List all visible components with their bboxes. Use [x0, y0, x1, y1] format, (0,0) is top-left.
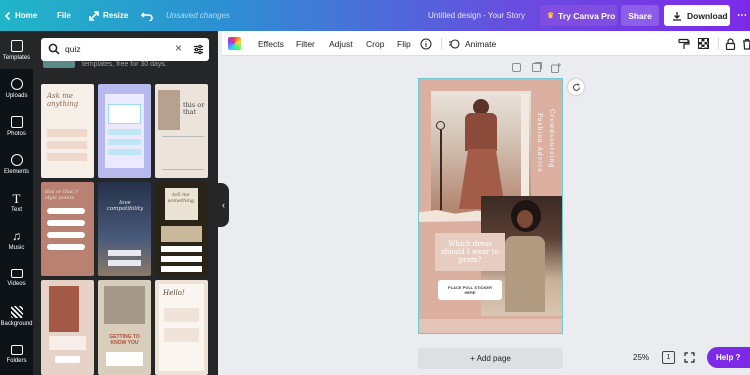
download-button[interactable]: Download [664, 5, 730, 26]
music-note-icon: ♫ [12, 228, 21, 243]
cloud-upload-icon [10, 77, 23, 90]
page-notes-icon[interactable] [512, 63, 521, 72]
info-button[interactable] [420, 31, 432, 56]
top-bar: Home File Resize Unsaved changes Untitle… [0, 0, 750, 31]
template-card[interactable] [41, 280, 94, 375]
collapse-panel-button[interactable]: ‹ [218, 183, 229, 227]
search-box[interactable]: quiz × [41, 38, 209, 61]
rail-item-folders[interactable]: Folders [0, 335, 33, 373]
search-input[interactable]: quiz [65, 44, 81, 54]
back-chevron-icon [4, 11, 11, 20]
try-canva-pro-button[interactable]: ♛ Try Canva Pro [540, 5, 617, 26]
add-page-button[interactable]: + Add page [418, 348, 563, 369]
photo-icon [10, 115, 23, 128]
template-card[interactable]: Ask me anything [41, 84, 94, 178]
template-card[interactable]: love compatibility [98, 182, 151, 276]
crop-button[interactable]: Crop [366, 31, 384, 56]
paint-roller-icon [678, 38, 690, 49]
promo-text: templates, free for 30 days. [82, 61, 167, 68]
design-title[interactable]: Untitled design - Your Story [428, 0, 525, 31]
animate-button[interactable]: Animate [448, 31, 496, 56]
templates-panel: templates, free for 30 days. quiz × Ask … [33, 31, 218, 375]
adjust-button[interactable]: Adjust [329, 31, 353, 56]
template-card[interactable]: this or that // style points [41, 182, 94, 276]
folder-icon [10, 344, 23, 355]
search-icon [48, 43, 60, 55]
video-icon [10, 269, 23, 278]
design-page[interactable]: Crowdsourcing Fashion Advice Which dress… [418, 78, 563, 334]
share-button[interactable]: Share [621, 5, 659, 26]
rail-item-videos[interactable]: Videos [0, 259, 33, 297]
trash-icon [743, 38, 750, 50]
more-options-button[interactable]: ⋯ [737, 0, 747, 31]
rail-item-templates[interactable]: Templates [0, 31, 33, 69]
home-button[interactable]: Home [3, 0, 37, 31]
question-text[interactable]: Which dress should I wear to prom? [435, 233, 505, 271]
zoom-level[interactable]: 25% [633, 349, 649, 366]
more-icon: ⋯ [737, 10, 747, 21]
editor-toolbar: Effects Filter Adjust Crop Flip Animate [222, 31, 750, 56]
download-icon [673, 11, 681, 21]
fullscreen-button[interactable] [684, 349, 695, 366]
flip-button[interactable]: Flip [397, 31, 411, 56]
template-card[interactable]: GETTING TO KNOW YOU [98, 280, 151, 375]
side-text-fashion-advice[interactable]: Fashion Advice [536, 113, 543, 173]
rotate-button[interactable] [568, 79, 584, 95]
rail-item-uploads[interactable]: Uploads [0, 69, 33, 107]
expand-icon [684, 352, 695, 363]
toolbar-divider [718, 37, 719, 50]
rail-item-photos[interactable]: Photos [0, 107, 33, 145]
clear-search-icon[interactable]: × [175, 41, 182, 55]
undo-icon [141, 11, 153, 21]
crown-icon: ♛ [547, 11, 555, 20]
rotate-icon [572, 83, 580, 91]
undo-button[interactable] [141, 0, 153, 31]
delete-button[interactable] [742, 31, 750, 56]
color-picker-icon[interactable] [228, 37, 241, 50]
resize-icon [89, 10, 99, 21]
file-menu[interactable]: File [57, 0, 71, 31]
templates-icon [10, 39, 23, 52]
add-page-icon[interactable] [551, 63, 561, 73]
chevron-left-icon: ‹ [222, 200, 225, 210]
rail-item-text[interactable]: T Text [0, 183, 33, 221]
template-card[interactable]: Hello! [155, 280, 208, 375]
shapes-icon [10, 153, 23, 166]
page-count-button[interactable]: 1 [662, 351, 675, 364]
info-icon [420, 38, 432, 49]
text-t-icon: T [12, 190, 21, 206]
template-card[interactable]: tell me something [155, 182, 208, 276]
rail-item-music[interactable]: ♫ Music [0, 221, 33, 259]
duplicate-page-icon[interactable] [532, 63, 541, 72]
lock-icon [725, 37, 736, 50]
save-status: Unsaved changes [166, 11, 231, 20]
left-rail: Templates Uploads Photos Elements T Text … [0, 31, 33, 375]
filter-button[interactable]: Filter [296, 31, 315, 56]
transparency-icon [698, 38, 709, 49]
lock-button[interactable] [725, 31, 736, 56]
background-pattern-icon [10, 305, 23, 318]
template-card[interactable]: this or that [155, 84, 208, 178]
side-text-crowdsourcing[interactable]: Crowdsourcing [548, 109, 555, 168]
resize-button[interactable]: Resize [89, 0, 128, 31]
toolbar-divider [441, 37, 442, 50]
filter-sliders-icon[interactable] [193, 44, 204, 55]
rail-item-background[interactable]: Background [0, 297, 33, 335]
poll-sticker-placeholder[interactable]: PLACE POLL STICKER HERE [438, 280, 502, 300]
template-card[interactable] [98, 84, 151, 178]
effects-button[interactable]: Effects [258, 31, 284, 56]
help-button[interactable]: Help ? [707, 347, 750, 368]
rail-item-elements[interactable]: Elements [0, 145, 33, 183]
animate-icon [449, 38, 460, 49]
transparency-button[interactable] [698, 31, 709, 56]
copy-style-button[interactable] [678, 31, 690, 56]
